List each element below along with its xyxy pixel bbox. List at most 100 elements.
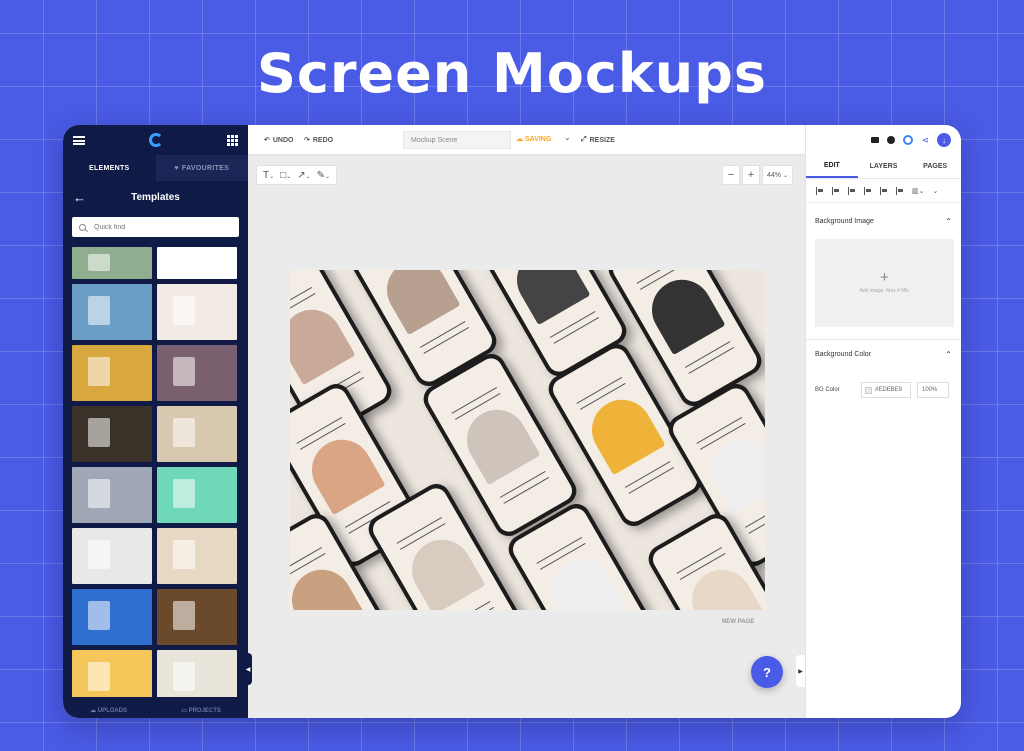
align-bottom-icon[interactable] (896, 186, 904, 195)
headline: Screen Mockups (256, 42, 768, 105)
template-thumbnail[interactable] (72, 467, 152, 523)
template-thumbnail[interactable] (157, 284, 237, 340)
graduation-cap-icon[interactable] (871, 137, 880, 143)
bg-color-row: BG Color #EDEBE9 100% (806, 382, 961, 398)
bg-color-value: #EDEBE9 (875, 387, 903, 393)
background-image-section-header[interactable]: Background Image ⌃ (806, 207, 961, 235)
resize-label: RESIZE (589, 136, 615, 144)
bg-opacity-input[interactable]: 100% (917, 382, 949, 398)
editor-window: ELEMENTS ♥ FAVOURITES ← Templates ☁ UPLO… (63, 125, 961, 718)
tab-elements[interactable]: ELEMENTS (63, 155, 156, 181)
search-icon (79, 223, 86, 231)
collapse-left-panel-handle[interactable]: ◀ (244, 653, 252, 685)
quick-find-input[interactable] (94, 223, 214, 231)
redo-icon: ↷ (304, 137, 310, 144)
tab-edit[interactable]: EDIT (806, 155, 858, 178)
zoom-level-value: 44% (766, 171, 781, 179)
menu-icon[interactable] (73, 135, 85, 145)
insert-tools: T⌄ □⌄ ↗⌄ ✎⌄ (256, 165, 338, 185)
redo-button[interactable]: ↷ REDO (304, 136, 334, 145)
tab-favourites[interactable]: ♥ FAVOURITES (155, 155, 248, 181)
more-chevron-icon[interactable]: ⌄ (932, 187, 938, 195)
templates-header: ← Templates (63, 181, 248, 213)
zoom-level-select[interactable]: 44% ⌄ (761, 165, 793, 185)
arrow-tool-icon[interactable]: ↗⌄ (297, 170, 310, 181)
text-tool-icon[interactable]: T⌄ (263, 170, 274, 181)
back-arrow-icon[interactable]: ← (73, 190, 86, 205)
right-panel-tabs: EDIT LAYERS PAGES (806, 155, 961, 179)
template-thumbnail[interactable] (157, 247, 237, 279)
tab-layers[interactable]: LAYERS (858, 155, 910, 178)
undo-icon: ↶ (264, 137, 270, 144)
template-thumbnail[interactable] (157, 528, 237, 584)
sidebar-bottom-tabs: ☁ UPLOADS ▭ PROJECTS (63, 702, 248, 718)
undo-button[interactable]: ↶ UNDO (264, 136, 294, 145)
apps-grid-icon[interactable] (227, 134, 238, 146)
template-thumbnail[interactable] (72, 589, 152, 645)
background-color-section-header[interactable]: Background Color ⌃ (806, 340, 961, 368)
align-left-icon[interactable] (816, 186, 824, 195)
resize-icon: ⤢ (581, 136, 587, 143)
align-top-icon[interactable] (864, 186, 872, 195)
scene-name-input[interactable]: Mockup Scene (403, 131, 511, 149)
template-thumbnail[interactable] (72, 650, 152, 697)
canvas-area: ↶ UNDO ↷ REDO Mockup Scene ☁ SAVING ⌄ ⤢ RES… (248, 125, 805, 718)
tab-favourites-label: FAVOURITES (181, 164, 230, 172)
template-thumbnail[interactable] (72, 406, 152, 462)
template-thumbnail[interactable] (72, 284, 152, 340)
template-thumbnail[interactable] (72, 345, 152, 401)
chevron-right-icon: ▶ (798, 668, 803, 675)
shape-tool-icon[interactable]: □⌄ (280, 170, 291, 181)
add-image-dropzone[interactable]: + Add image. Max 4 Mb. (815, 239, 954, 327)
template-thumbnail[interactable] (72, 528, 152, 584)
sidebar-tabs: ELEMENTS ♥ FAVOURITES (63, 155, 248, 181)
template-thumbnail[interactable] (157, 467, 237, 523)
chevron-down-icon[interactable]: ⌄ (564, 133, 571, 142)
tab-projects[interactable]: ▭ PROJECTS (181, 707, 221, 714)
saving-status: ☁ SAVING (516, 136, 552, 143)
bug-icon[interactable] (887, 136, 896, 144)
align-center-icon[interactable] (832, 186, 840, 195)
share-icon[interactable]: ⋖ (921, 135, 929, 146)
download-icon[interactable]: ↓ (937, 133, 951, 147)
zoom-out-button[interactable]: − (721, 165, 740, 185)
template-thumbnail[interactable] (157, 589, 237, 645)
background-color-title: Background Color (815, 350, 872, 358)
align-middle-icon[interactable] (880, 186, 888, 195)
template-thumbnail[interactable] (157, 345, 237, 401)
plus-icon: + (880, 269, 889, 286)
redo-label: REDO (312, 136, 334, 144)
chevron-up-icon[interactable]: ⌃ (945, 217, 952, 226)
tab-projects-label: PROJECTS (188, 707, 221, 714)
sidebar-header (63, 125, 248, 155)
google-icon[interactable] (903, 135, 914, 145)
distribute-icon[interactable]: ▥⌄ (912, 187, 924, 195)
top-right-icons: ⋖ ↓ (806, 125, 961, 155)
zoom-in-button[interactable]: + (741, 165, 760, 185)
zoom-controls: − + 44% ⌄ (721, 165, 793, 185)
new-page-button[interactable]: NEW PAGE (722, 619, 754, 625)
color-swatch[interactable] (865, 386, 872, 394)
template-thumbnails (72, 247, 237, 697)
tab-uploads[interactable]: ☁ UPLOADS (90, 707, 127, 714)
align-right-icon[interactable] (848, 186, 856, 195)
collapse-right-panel-handle[interactable]: ▶ (796, 655, 805, 687)
undo-label: UNDO (272, 136, 294, 144)
tab-pages[interactable]: PAGES (909, 155, 961, 178)
resize-button[interactable]: ⤢ RESIZE (581, 136, 615, 144)
templates-title: Templates (131, 191, 180, 203)
left-sidebar: ELEMENTS ♥ FAVOURITES ← Templates ☁ UPLO… (63, 125, 248, 718)
template-thumbnail[interactable] (157, 406, 237, 462)
mockup-canvas[interactable] (290, 270, 765, 610)
chevron-up-icon[interactable]: ⌃ (945, 350, 952, 359)
quick-find-search (72, 217, 239, 237)
bg-color-input[interactable]: #EDEBE9 (861, 382, 911, 398)
template-thumbnail[interactable] (72, 247, 152, 279)
alignment-tools: ▥⌄ ⌄ (806, 179, 961, 203)
help-button[interactable]: ? (751, 656, 783, 688)
template-thumbnail[interactable] (157, 650, 237, 697)
pen-tool-icon[interactable]: ✎⌄ (317, 170, 330, 181)
top-toolbar: ↶ UNDO ↷ REDO Mockup Scene ☁ SAVING ⌄ ⤢ RES… (248, 125, 805, 155)
chevron-left-icon: ◀ (245, 666, 251, 673)
background-image-title: Background Image (815, 217, 874, 225)
